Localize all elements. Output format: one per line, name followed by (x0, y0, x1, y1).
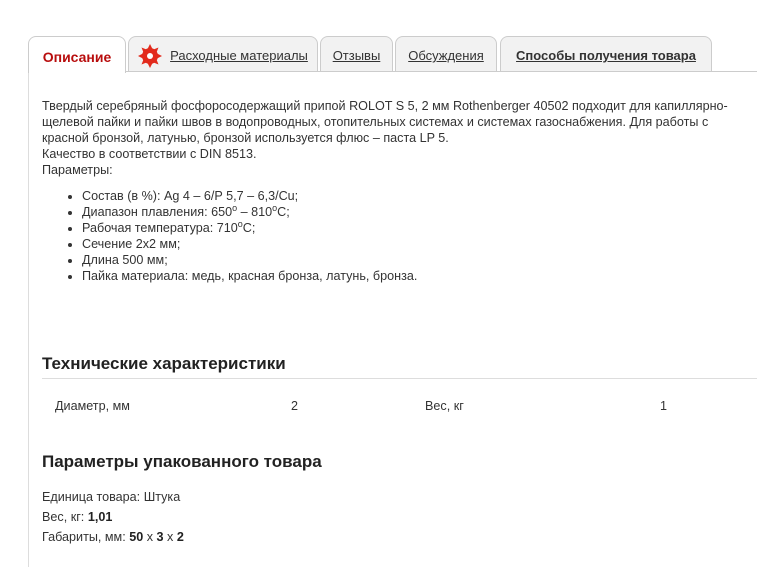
tab-reviews[interactable]: Отзывы (320, 36, 393, 71)
package-dims-label: Габариты, мм: (42, 530, 130, 544)
description-params-label: Параметры: (42, 163, 113, 177)
description-block: Твердый серебряный фосфоросодержащий при… (42, 98, 752, 284)
tab-bar-divider (28, 71, 757, 72)
package-dim-b: 3 (156, 530, 164, 544)
description-quality: Качество в соответствии с DIN 8513. (42, 147, 257, 161)
params-list: Состав (в %): Ag 4 – 6/P 5,7 – 6,3/Cu; Д… (42, 188, 752, 284)
work-prefix: Рабочая температура: 710 (82, 221, 238, 235)
list-item: Рабочая температура: 710оC; (82, 220, 752, 236)
package-unit: Единица товара: Штука (42, 490, 180, 504)
tab-discussions[interactable]: Обсуждения (395, 36, 497, 71)
melting-mid: – 810 (237, 205, 273, 219)
melting-suffix: C; (277, 205, 290, 219)
tab-discussions-label: Обсуждения (408, 48, 484, 63)
tab-description[interactable]: Описание (28, 36, 126, 73)
tab-delivery-methods[interactable]: Способы получения товара (500, 36, 712, 71)
package-dim-c: 2 (176, 530, 184, 544)
saw-blade-icon (138, 43, 163, 68)
melting-prefix: Диапазон плавления: 650 (82, 205, 233, 219)
description-text: Твердый серебряный фосфоросодержащий при… (42, 99, 728, 145)
list-item: Длина 500 мм; (82, 252, 752, 268)
spec-weight-value: 1 (660, 399, 668, 413)
tech-specs-heading: Технические характеристики (42, 354, 286, 373)
dim-separator: x (143, 530, 157, 544)
dim-separator: x (163, 530, 177, 544)
tab-consumables[interactable]: Расходные материалы (128, 36, 318, 71)
list-item: Состав (в %): Ag 4 – 6/P 5,7 – 6,3/Cu; (82, 188, 752, 204)
package-weight: Вес, кг: 1,01 (42, 510, 112, 524)
list-item: Пайка материала: медь, красная бронза, л… (82, 268, 752, 284)
spec-weight-label: Вес, кг (425, 399, 464, 413)
list-item: Диапазон плавления: 650о – 810оC; (82, 204, 752, 220)
tab-reviews-label: Отзывы (332, 48, 381, 63)
spec-diameter-label: Диаметр, мм (55, 399, 130, 413)
package-weight-value: 1,01 (87, 510, 113, 524)
content-left-border (28, 72, 29, 567)
package-unit-value: Штука (143, 490, 181, 504)
list-item: Сечение 2х2 мм; (82, 236, 752, 252)
tab-description-label: Описание (42, 48, 112, 65)
tech-specs-divider (42, 378, 757, 379)
tab-delivery-methods-label: Способы получения товара (516, 48, 696, 63)
package-dimensions: Габариты, мм: 50 x 3 x 2 (42, 530, 184, 544)
work-suffix: C; (242, 221, 256, 235)
spec-diameter-value: 2 (291, 399, 299, 413)
package-params-heading: Параметры упакованного товара (42, 452, 322, 471)
tab-consumables-label: Расходные материалы (170, 48, 308, 63)
tab-bar: Описание Расходные материалы Отзывы Обсу… (28, 36, 757, 73)
package-dim-a: 50 (129, 530, 144, 544)
package-unit-label: Единица товара: (42, 490, 144, 504)
package-weight-label: Вес, кг: (42, 510, 88, 524)
